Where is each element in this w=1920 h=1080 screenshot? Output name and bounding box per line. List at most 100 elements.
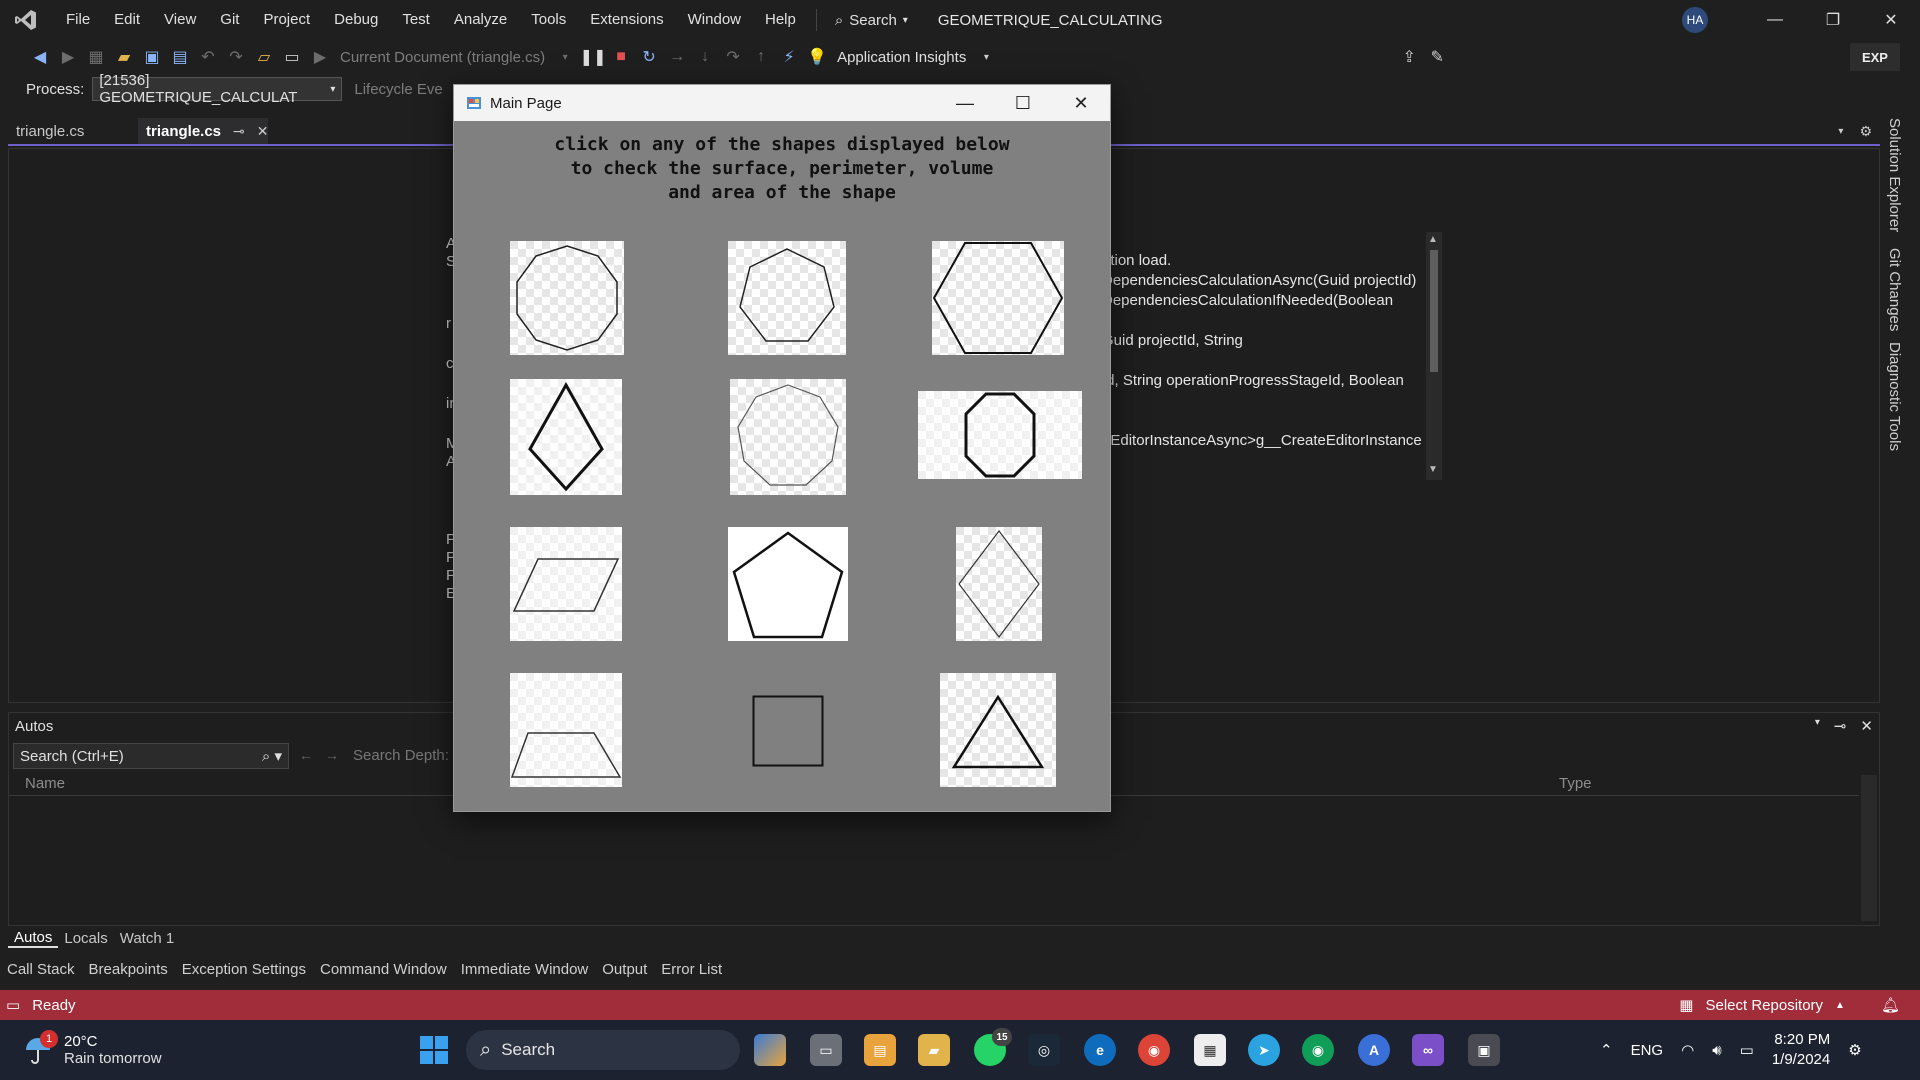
taskbar-search[interactable]: ⌕ Search (466, 1030, 740, 1070)
comment-icon[interactable]: ▭ (6, 996, 20, 1014)
edge-icon[interactable]: e (1084, 1034, 1116, 1066)
language-indicator[interactable]: ENG (1631, 1042, 1664, 1059)
windows-start-icon[interactable] (418, 1034, 450, 1066)
running-app-icon[interactable]: ▣ (1468, 1034, 1500, 1066)
scroll-thumb[interactable] (1430, 250, 1438, 372)
chevron-down-icon[interactable]: ▾ (1838, 126, 1843, 137)
shape-trapezoid-button[interactable] (510, 673, 622, 787)
notification-icon[interactable]: ⚙ (1848, 1041, 1861, 1059)
start-icon[interactable]: ▶ (310, 47, 330, 67)
shape-triangle-button[interactable] (940, 673, 1056, 787)
feedback-icon[interactable]: ✎ (1427, 47, 1447, 67)
menu-window[interactable]: Window (676, 0, 753, 40)
menu-git[interactable]: Git (208, 0, 251, 40)
tab-exception-settings[interactable]: Exception Settings (175, 961, 313, 978)
exp-button[interactable]: EXP (1849, 43, 1900, 71)
menu-project[interactable]: Project (251, 0, 322, 40)
global-search[interactable]: ⌕ Search ▾ (825, 12, 918, 29)
shape-nonagon-button[interactable] (730, 379, 846, 495)
forward-arrow-icon[interactable]: → (325, 747, 339, 763)
steam-icon[interactable]: ◎ (1028, 1034, 1060, 1066)
shape-hexagon-button[interactable] (932, 241, 1064, 355)
shape-rhombus-button[interactable] (956, 527, 1042, 641)
whatsapp-icon[interactable]: 15 (974, 1028, 1012, 1066)
pin-icon[interactable]: ⊸ (1834, 717, 1847, 735)
notes-app-icon[interactable]: ▤ (864, 1034, 896, 1066)
tab-locals[interactable]: Locals (58, 930, 113, 947)
menu-tools[interactable]: Tools (519, 0, 578, 40)
visual-studio-icon[interactable]: ∞ (1412, 1034, 1444, 1066)
chrome-profile-icon[interactable]: ◉ (1302, 1034, 1334, 1066)
close-icon[interactable]: ✕ (1860, 717, 1873, 735)
menu-extensions[interactable]: Extensions (578, 0, 675, 40)
column-header-type[interactable]: Type (1559, 775, 1592, 792)
stop-icon[interactable]: ■ (611, 47, 631, 67)
close-button[interactable]: ✕ (1052, 85, 1110, 121)
weather-widget[interactable]: 1 20°C Rain tomorrow (22, 1030, 322, 1067)
telegram-icon[interactable]: ➤ (1248, 1034, 1280, 1066)
popup-scrollbar[interactable]: ▲ ▼ (1426, 232, 1442, 480)
save-all-icon[interactable]: ▤ (170, 47, 190, 67)
clock[interactable]: 8:20 PM 1/9/2024 (1772, 1030, 1830, 1070)
redo-icon[interactable]: ↷ (226, 47, 246, 67)
chevron-down-icon[interactable]: ▾ (976, 47, 996, 67)
shape-square-button[interactable] (752, 695, 824, 767)
scroll-up-icon[interactable]: ▲ (1428, 234, 1438, 245)
side-tab-solution-explorer[interactable]: Solution Explorer (1886, 118, 1903, 232)
select-repository-button[interactable]: Select Repository (1705, 997, 1823, 1014)
scroll-down-icon[interactable]: ▼ (1428, 464, 1438, 475)
solution-explorer-icon[interactable]: ▱ (254, 47, 274, 67)
autos-search-input[interactable]: Search (Ctrl+E) ⌕ ▾ (13, 743, 289, 769)
process-dropdown[interactable]: [21536] GEOMETRIQUE_CALCULAT ▾ (92, 72, 343, 106)
account-avatar[interactable]: HA (1682, 7, 1708, 33)
application-insights-button[interactable]: Application Insights (837, 49, 966, 66)
menu-file[interactable]: File (54, 0, 102, 40)
menu-help[interactable]: Help (753, 0, 808, 40)
new-project-icon[interactable]: ▦ (86, 47, 106, 67)
column-header-name[interactable]: Name (25, 775, 65, 792)
back-icon[interactable]: ◀ (30, 47, 50, 67)
step-over-icon[interactable]: ↷ (723, 47, 743, 67)
chevron-down-icon[interactable]: ▾ (555, 47, 575, 67)
minimize-button[interactable]: — (1746, 0, 1804, 40)
menu-edit[interactable]: Edit (102, 0, 152, 40)
tab-triangle-cs-preview[interactable]: triangle.cs (8, 118, 138, 144)
step-out-icon[interactable]: ↑ (751, 47, 771, 67)
tab-breakpoints[interactable]: Breakpoints (82, 961, 175, 978)
side-tab-git-changes[interactable]: Git Changes (1886, 248, 1903, 331)
restart-icon[interactable]: ↻ (639, 47, 659, 67)
back-arrow-icon[interactable]: ← (299, 747, 313, 763)
shape-kite-button[interactable] (510, 379, 622, 495)
tab-error-list[interactable]: Error List (654, 961, 729, 978)
chrome-icon[interactable]: ◉ (1138, 1034, 1170, 1066)
open-folder-icon[interactable]: ▰ (114, 47, 134, 67)
tab-call-stack[interactable]: Call Stack (0, 961, 82, 978)
tab-command-window[interactable]: Command Window (313, 961, 454, 978)
volume-icon[interactable]: 🔊︎ (1712, 1042, 1721, 1059)
menu-debug[interactable]: Debug (322, 0, 390, 40)
task-view-icon[interactable]: ▭ (810, 1034, 842, 1066)
lifecycle-events-label[interactable]: Lifecycle Eve (354, 81, 442, 98)
main-page-titlebar[interactable]: Main Page — ☐ ✕ (454, 85, 1110, 121)
show-next-statement-icon[interactable]: → (667, 47, 687, 67)
test-explorer-icon[interactable]: ▭ (282, 47, 302, 67)
battery-icon[interactable]: ▭ (1740, 1041, 1754, 1059)
side-tab-diagnostic-tools[interactable]: Diagnostic Tools (1886, 342, 1903, 451)
copilot-icon[interactable] (754, 1034, 786, 1066)
chevron-up-icon[interactable]: ▲ (1835, 1000, 1845, 1011)
gear-icon[interactable]: ⚙ (1859, 123, 1872, 140)
notification-bell-icon[interactable]: 🔔︎ (1881, 996, 1900, 1014)
shape-heptagon-button[interactable] (728, 241, 846, 355)
wifi-icon[interactable]: ◠ (1681, 1041, 1694, 1059)
tab-triangle-cs[interactable]: triangle.cs ⊸ ✕ (138, 118, 269, 144)
step-into-icon[interactable]: ↓ (695, 47, 715, 67)
shape-decagon-button[interactable] (510, 241, 624, 355)
search-icon[interactable]: ⌕ ▾ (262, 747, 282, 765)
chevron-up-icon[interactable]: ⌃ (1600, 1041, 1613, 1059)
lightbulb-icon[interactable]: 💡 (807, 47, 827, 67)
autos-scrollbar[interactable] (1861, 775, 1877, 921)
file-explorer-icon[interactable]: ▰ (918, 1034, 950, 1066)
tab-immediate-window[interactable]: Immediate Window (454, 961, 596, 978)
tab-output[interactable]: Output (595, 961, 654, 978)
store-icon[interactable]: ▦ (1194, 1034, 1226, 1066)
